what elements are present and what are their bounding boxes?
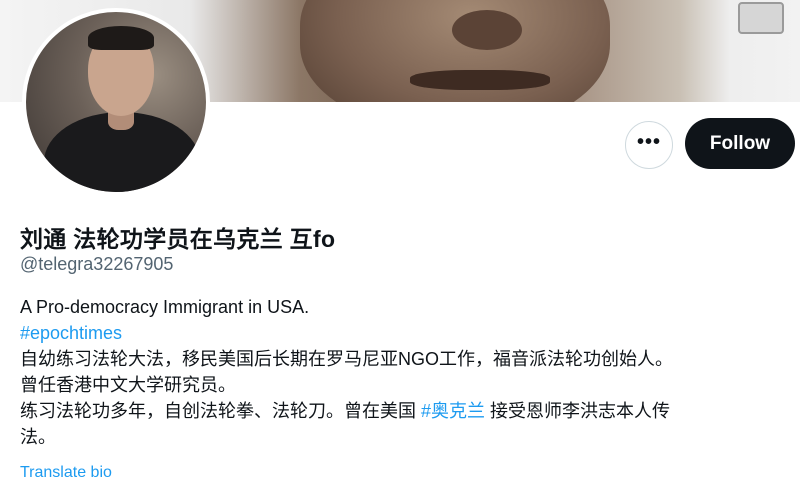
banner-background-object — [738, 2, 784, 34]
user-handle: @telegra32267905 — [20, 254, 174, 274]
bio-line: A Pro-democracy Immigrant in USA. — [20, 297, 310, 317]
avatar-hair — [88, 26, 154, 50]
translate-bio-link[interactable]: Translate bio — [20, 464, 112, 482]
bio-line: 自幼练习法轮大法，移民美国后长期在罗马尼亚NGO工作，福音派法轮功创始人。 — [20, 349, 673, 369]
more-options-icon: ••• — [636, 131, 661, 153]
hashtag-link[interactable]: #epochtimes — [20, 323, 122, 343]
banner-mouth — [410, 70, 550, 90]
avatar[interactable] — [22, 8, 210, 196]
follow-button[interactable]: Follow — [685, 118, 795, 169]
hashtag-link[interactable]: #奥克兰 — [421, 401, 485, 421]
bio-line-with-hashtag: 练习法轮功多年，自创法轮拳、法轮刀。曾在美国 #奥克兰 接受恩师李洪志本人传 — [20, 398, 790, 424]
display-name: 刘通 法轮功学员在乌克兰 互fo — [20, 226, 336, 252]
bio-text: 接受恩师李洪志本人传 — [485, 401, 671, 421]
bio-text: 练习法轮功多年，自创法轮拳、法轮刀。曾在美国 — [20, 401, 421, 421]
bio-line: 曾任香港中文大学研究员。 — [20, 375, 236, 395]
profile-bio: A Pro-democracy Immigrant in USA. #epoch… — [20, 294, 790, 450]
more-options-button[interactable]: ••• — [625, 121, 673, 169]
banner-nose — [452, 10, 522, 50]
bio-line: 法。 — [20, 427, 56, 447]
